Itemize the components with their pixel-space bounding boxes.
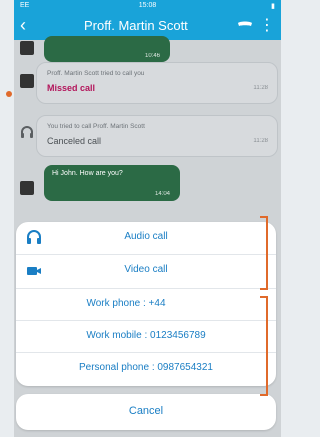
message-bubble: 10:46 [44,36,170,62]
audio-call-option[interactable]: Audio call [16,222,276,254]
video-call-option[interactable]: Video call [16,254,276,287]
video-call-label: Video call [124,264,168,275]
annotation-dot [6,91,12,97]
message-text: Hi John. How are you? [52,170,123,177]
missed-call-label: Missed call [47,83,96,93]
headset-icon [20,126,34,140]
phone-screen: EE 15:08 ▮ ‹ Proff. Martin Scott ⋮ 10:46… [14,0,281,437]
canceled-call-label: Canceled call [47,136,102,146]
call-note: You tried to call Proff. Martin Scott [47,123,145,130]
cancel-button[interactable]: Cancel [16,394,276,430]
personal-phone-option[interactable]: Personal phone : 0987654321 [16,352,276,385]
cancel-label: Cancel [128,405,164,417]
call-time: 11:28 [253,138,268,144]
phone-icon[interactable] [234,17,256,35]
audio-call-label: Audio call [124,231,168,242]
canceled-call-card: You tried to call Proff. Martin Scott Ca… [36,115,278,157]
personal-phone-label: Personal phone : 0987654321 [78,362,213,373]
message-time: 10:46 [144,53,160,59]
avatar [20,41,34,55]
status-bar: EE 15:08 ▮ [14,0,281,12]
call-time: 11:28 [253,85,268,91]
avatar [20,181,34,195]
status-time: 15:08 [138,2,157,9]
contact-name: Proff. Martin Scott [84,18,188,33]
message-time: 14:04 [154,191,170,197]
missed-call-card: Proff. Martin Scott tried to call you Mi… [36,62,278,104]
call-note: Proff. Martin Scott tried to call you [47,70,145,77]
avatar [20,74,34,88]
redaction [175,300,255,316]
more-icon[interactable]: ⋮ [259,15,275,35]
message-bubble: Hi John. How are you? 14:04 [44,165,180,201]
annotation-bracket [260,216,268,290]
battery-icon: ▮ [271,3,275,10]
annotation-bracket [260,296,268,396]
work-mobile-option[interactable]: Work mobile : 0123456789 [16,320,276,353]
back-icon[interactable]: ‹ [20,15,26,35]
work-mobile-label: Work mobile : 0123456789 [86,330,206,341]
